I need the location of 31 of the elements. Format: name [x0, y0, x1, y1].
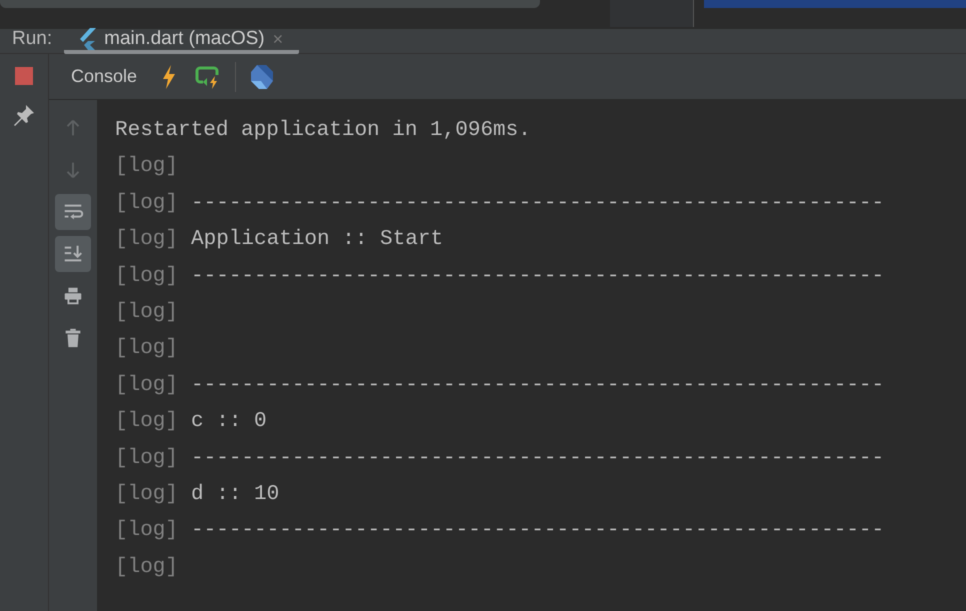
- lightning-icon[interactable]: [161, 64, 178, 88]
- pin-icon[interactable]: [12, 103, 36, 127]
- log-prefix: [log]: [115, 409, 178, 436]
- soft-wrap-button[interactable]: [55, 194, 91, 230]
- console-text: Restarted application in 1,096ms.: [115, 118, 531, 144]
- console-text: -------------------------------------------------------: [191, 190, 884, 217]
- log-prefix: [log]: [115, 336, 178, 362]
- log-prefix: [log]: [115, 372, 178, 399]
- dart-logo-icon[interactable]: [250, 64, 274, 90]
- flutter-logo-icon: [80, 28, 96, 50]
- console-text: c :: 0: [191, 409, 267, 436]
- console-text: d :: 10: [191, 482, 280, 508]
- scroll-to-end-button[interactable]: [55, 236, 91, 272]
- console-text: -------------------------------------------------------: [191, 446, 884, 472]
- log-prefix: [log]: [115, 518, 178, 544]
- console-text: -------------------------------------------------------: [191, 518, 884, 544]
- log-prefix: [log]: [115, 482, 178, 508]
- run-label: Run:: [12, 27, 52, 51]
- log-prefix: [log]: [115, 446, 178, 472]
- console-text: Application :: Start: [191, 227, 444, 254]
- log-prefix: [log]: [115, 554, 178, 581]
- hot-restart-icon[interactable]: [195, 64, 222, 88]
- log-prefix: [log]: [115, 190, 178, 217]
- log-prefix: [log]: [115, 300, 178, 326]
- log-prefix: [log]: [115, 264, 178, 290]
- log-prefix: [log]: [115, 154, 178, 180]
- printer-icon: [62, 285, 84, 307]
- log-prefix: [log]: [115, 227, 178, 254]
- console-text: -------------------------------------------------------: [191, 372, 884, 399]
- console-tab[interactable]: Console: [71, 63, 138, 90]
- console-text: -------------------------------------------------------: [191, 264, 884, 290]
